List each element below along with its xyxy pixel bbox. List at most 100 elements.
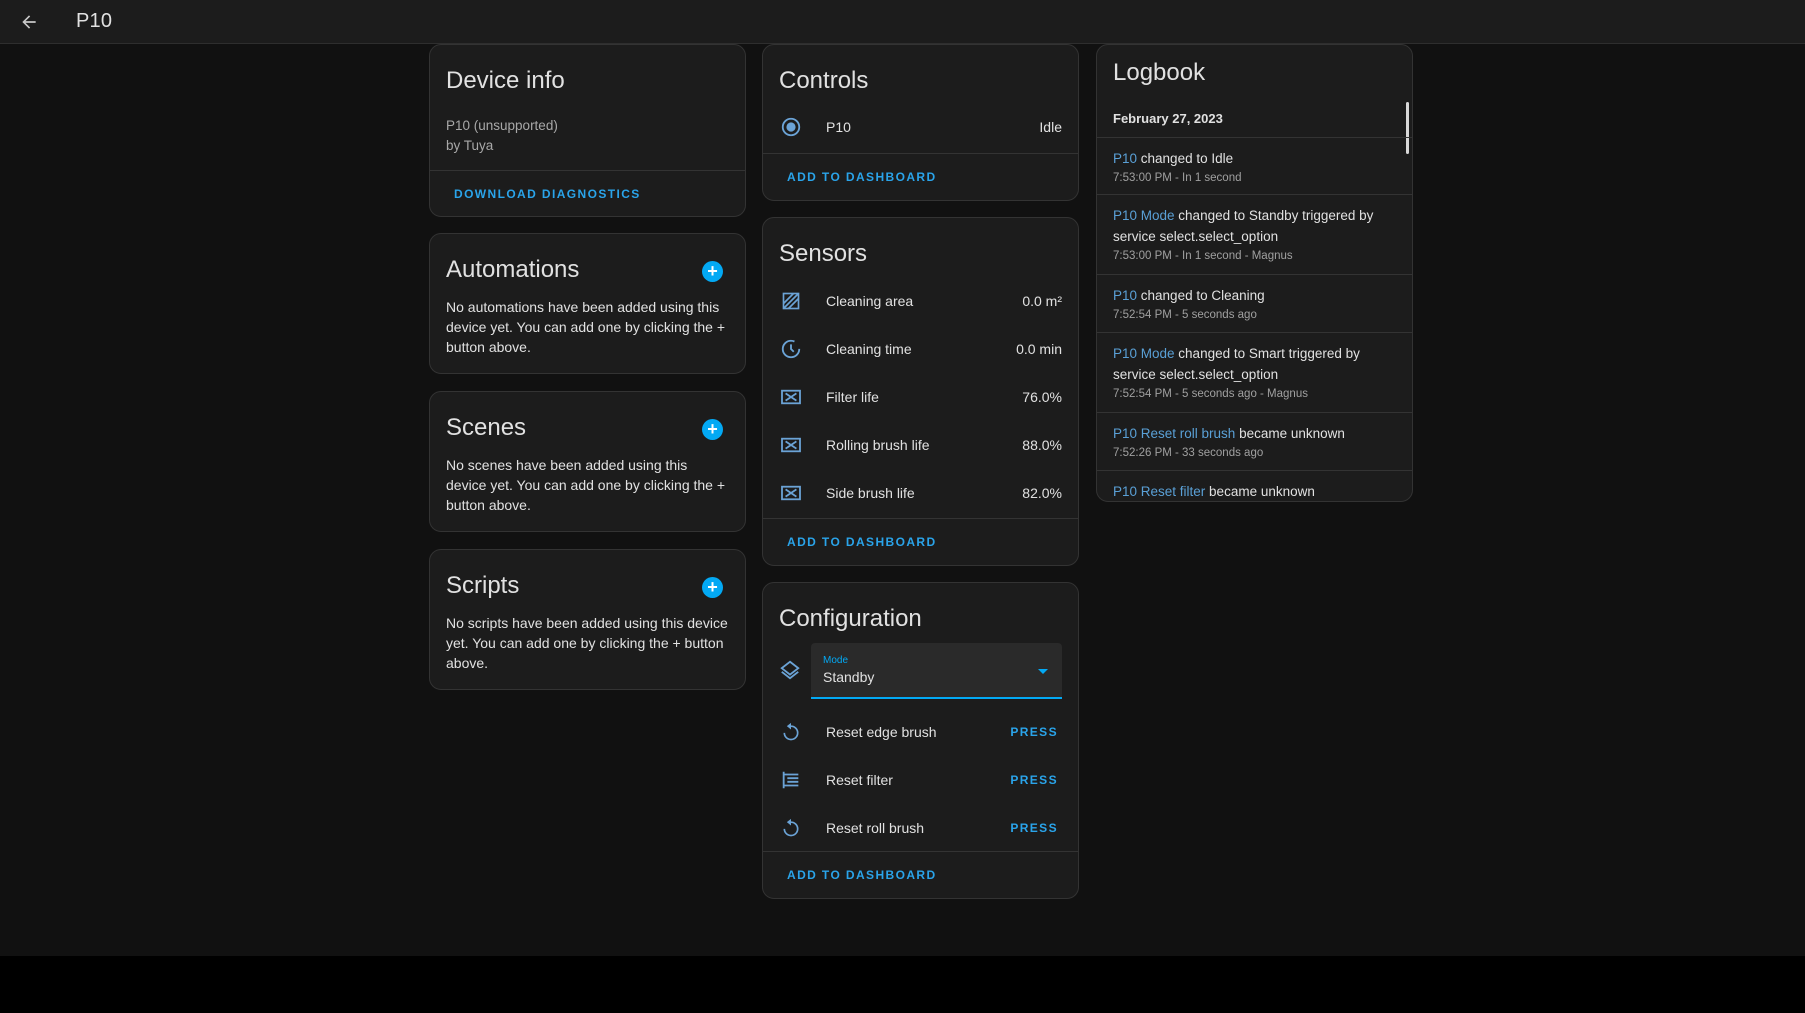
sensor-label: Filter life (826, 389, 879, 405)
logbook-title: Logbook (1113, 59, 1206, 86)
sensor-row-cleaning-time[interactable]: Cleaning time 0.0 min (763, 325, 1078, 373)
log-meta: 7:53:00 PM - In 1 second - Magnus (1113, 250, 1293, 262)
log-meta: 7:52:54 PM - 5 seconds ago - Magnus (1113, 388, 1308, 400)
device-manufacturer: by Tuya (446, 138, 494, 153)
sensors-add-to-dashboard-button[interactable]: ADD TO DASHBOARD (787, 535, 937, 549)
control-state: Idle (1039, 119, 1062, 135)
log-meta: 7:52:54 PM - 5 seconds ago (1113, 309, 1257, 321)
scenes-card: Scenes + No scenes have been added using… (429, 391, 746, 532)
top-app-bar: P10 (0, 0, 1805, 44)
sensor-label: Cleaning area (826, 293, 914, 309)
mode-select[interactable]: Mode Standby (811, 643, 1062, 699)
log-entity-link[interactable]: P10 Mode (1113, 208, 1175, 223)
filter-icon (779, 481, 803, 505)
reset-roll-brush-press-button[interactable]: PRESS (1010, 821, 1058, 835)
layers-icon (779, 659, 803, 683)
device-info-footer: DOWNLOAD DIAGNOSTICS (430, 170, 745, 216)
configuration-title: Configuration (779, 605, 922, 632)
sensors-title: Sensors (779, 240, 868, 267)
button-row-reset-filter: Reset filter PRESS (763, 756, 1078, 804)
logbook-date: February 27, 2023 (1113, 111, 1223, 126)
back-button[interactable] (14, 7, 44, 37)
automations-empty-text: No automations have been added using thi… (446, 299, 726, 355)
device-model: P10 (unsupported) (446, 118, 558, 133)
page-title: P10 (76, 10, 113, 32)
log-message: became unknown (1235, 426, 1345, 441)
arrow-left-icon (22, 14, 36, 29)
log-message: changed to Idle (1137, 151, 1234, 166)
button-row-label: Reset roll brush (826, 820, 925, 836)
sensors-card: Sensors Cleaning area 0.0 m² Cleaning ti… (762, 217, 1079, 566)
controls-footer: ADD TO DASHBOARD (763, 153, 1078, 200)
controls-card: Controls P10 Idle ADD TO DASHBOARD (762, 44, 1079, 201)
button-row-label: Reset edge brush (826, 724, 937, 740)
automations-card: Automations + No automations have been a… (429, 233, 746, 374)
sensor-value: 0.0 m² (1022, 293, 1062, 309)
button-row-reset-roll-brush: Reset roll brush PRESS (763, 804, 1078, 852)
log-entry: P10 Reset roll brush became unknown 7:52… (1097, 412, 1412, 470)
sensor-row-cleaning-area[interactable]: Cleaning area 0.0 m² (763, 277, 1078, 325)
log-entry: P10 Mode changed to Standby triggered by… (1097, 194, 1412, 274)
mode-select-label: Mode (823, 655, 849, 666)
control-row-vacuum[interactable]: P10 Idle (763, 103, 1078, 151)
sensor-label: Side brush life (826, 485, 915, 501)
log-entry: P10 Reset filter became unknown (1097, 470, 1412, 501)
log-message: became unknown (1205, 484, 1315, 499)
mode-select-value: Standby (823, 669, 875, 685)
download-diagnostics-button[interactable]: DOWNLOAD DIAGNOSTICS (454, 187, 641, 201)
restart-icon (779, 816, 803, 840)
logbook-card: Logbook February 27, 2023 P10 changed to… (1096, 44, 1413, 502)
log-meta: 7:53:00 PM - In 1 second (1113, 172, 1242, 184)
log-entry: P10 Mode changed to Smart triggered by s… (1097, 332, 1412, 412)
robot-vacuum-icon (779, 115, 803, 139)
filter-list-icon (779, 768, 803, 792)
log-entity-link[interactable]: P10 (1113, 151, 1137, 166)
log-entry: P10 changed to Cleaning 7:52:54 PM - 5 s… (1097, 274, 1412, 332)
log-entity-link[interactable]: P10 Reset filter (1113, 484, 1205, 499)
log-meta: 7:52:26 PM - 33 seconds ago (1113, 447, 1264, 459)
log-message: changed to Cleaning (1137, 288, 1265, 303)
reset-filter-press-button[interactable]: PRESS (1010, 773, 1058, 787)
button-row-reset-edge-brush: Reset edge brush PRESS (763, 708, 1078, 756)
sensor-value: 76.0% (1022, 389, 1062, 405)
sensor-row-rolling-brush-life[interactable]: Rolling brush life 88.0% (763, 421, 1078, 469)
bottom-bar (0, 956, 1805, 1013)
configuration-add-to-dashboard-button[interactable]: ADD TO DASHBOARD (787, 868, 937, 882)
sensor-label: Cleaning time (826, 341, 912, 357)
log-entity-link[interactable]: P10 Mode (1113, 346, 1175, 361)
scenes-title: Scenes (446, 414, 527, 441)
log-entity-link[interactable]: P10 Reset roll brush (1113, 426, 1235, 441)
add-script-button[interactable]: + (702, 577, 723, 598)
controls-add-to-dashboard-button[interactable]: ADD TO DASHBOARD (787, 170, 937, 184)
sensors-footer: ADD TO DASHBOARD (763, 518, 1078, 565)
scripts-card: Scripts + No scripts have been added usi… (429, 549, 746, 690)
restart-icon (779, 720, 803, 744)
automations-title: Automations (446, 256, 580, 283)
square-hatch-icon (779, 289, 803, 313)
sensor-value: 0.0 min (1016, 341, 1062, 357)
scripts-title: Scripts (446, 572, 520, 599)
configuration-footer: ADD TO DASHBOARD (763, 851, 1078, 898)
sensor-row-side-brush-life[interactable]: Side brush life 82.0% (763, 469, 1078, 517)
add-scene-button[interactable]: + (702, 419, 723, 440)
control-label: P10 (826, 119, 851, 135)
log-entity-link[interactable]: P10 (1113, 288, 1137, 303)
device-info-title: Device info (446, 67, 565, 94)
log-entry: P10 changed to Idle 7:53:00 PM - In 1 se… (1097, 137, 1412, 194)
filter-icon (779, 433, 803, 457)
controls-title: Controls (779, 67, 869, 94)
chevron-down-icon (1038, 669, 1048, 674)
sensor-value: 88.0% (1022, 437, 1062, 453)
sensor-value: 82.0% (1022, 485, 1062, 501)
reset-edge-brush-press-button[interactable]: PRESS (1010, 725, 1058, 739)
sensor-label: Rolling brush life (826, 437, 930, 453)
sensor-row-filter-life[interactable]: Filter life 76.0% (763, 373, 1078, 421)
device-info-card: Device info P10 (unsupported) by Tuya DO… (429, 44, 746, 217)
scripts-empty-text: No scripts have been added using this de… (446, 615, 728, 671)
add-automation-button[interactable]: + (702, 261, 723, 282)
clock-icon (779, 337, 803, 361)
filter-icon (779, 385, 803, 409)
scenes-empty-text: No scenes have been added using this dev… (446, 457, 726, 513)
button-row-label: Reset filter (826, 772, 893, 788)
configuration-card: Configuration Mode Standby Reset edge br… (762, 582, 1079, 899)
